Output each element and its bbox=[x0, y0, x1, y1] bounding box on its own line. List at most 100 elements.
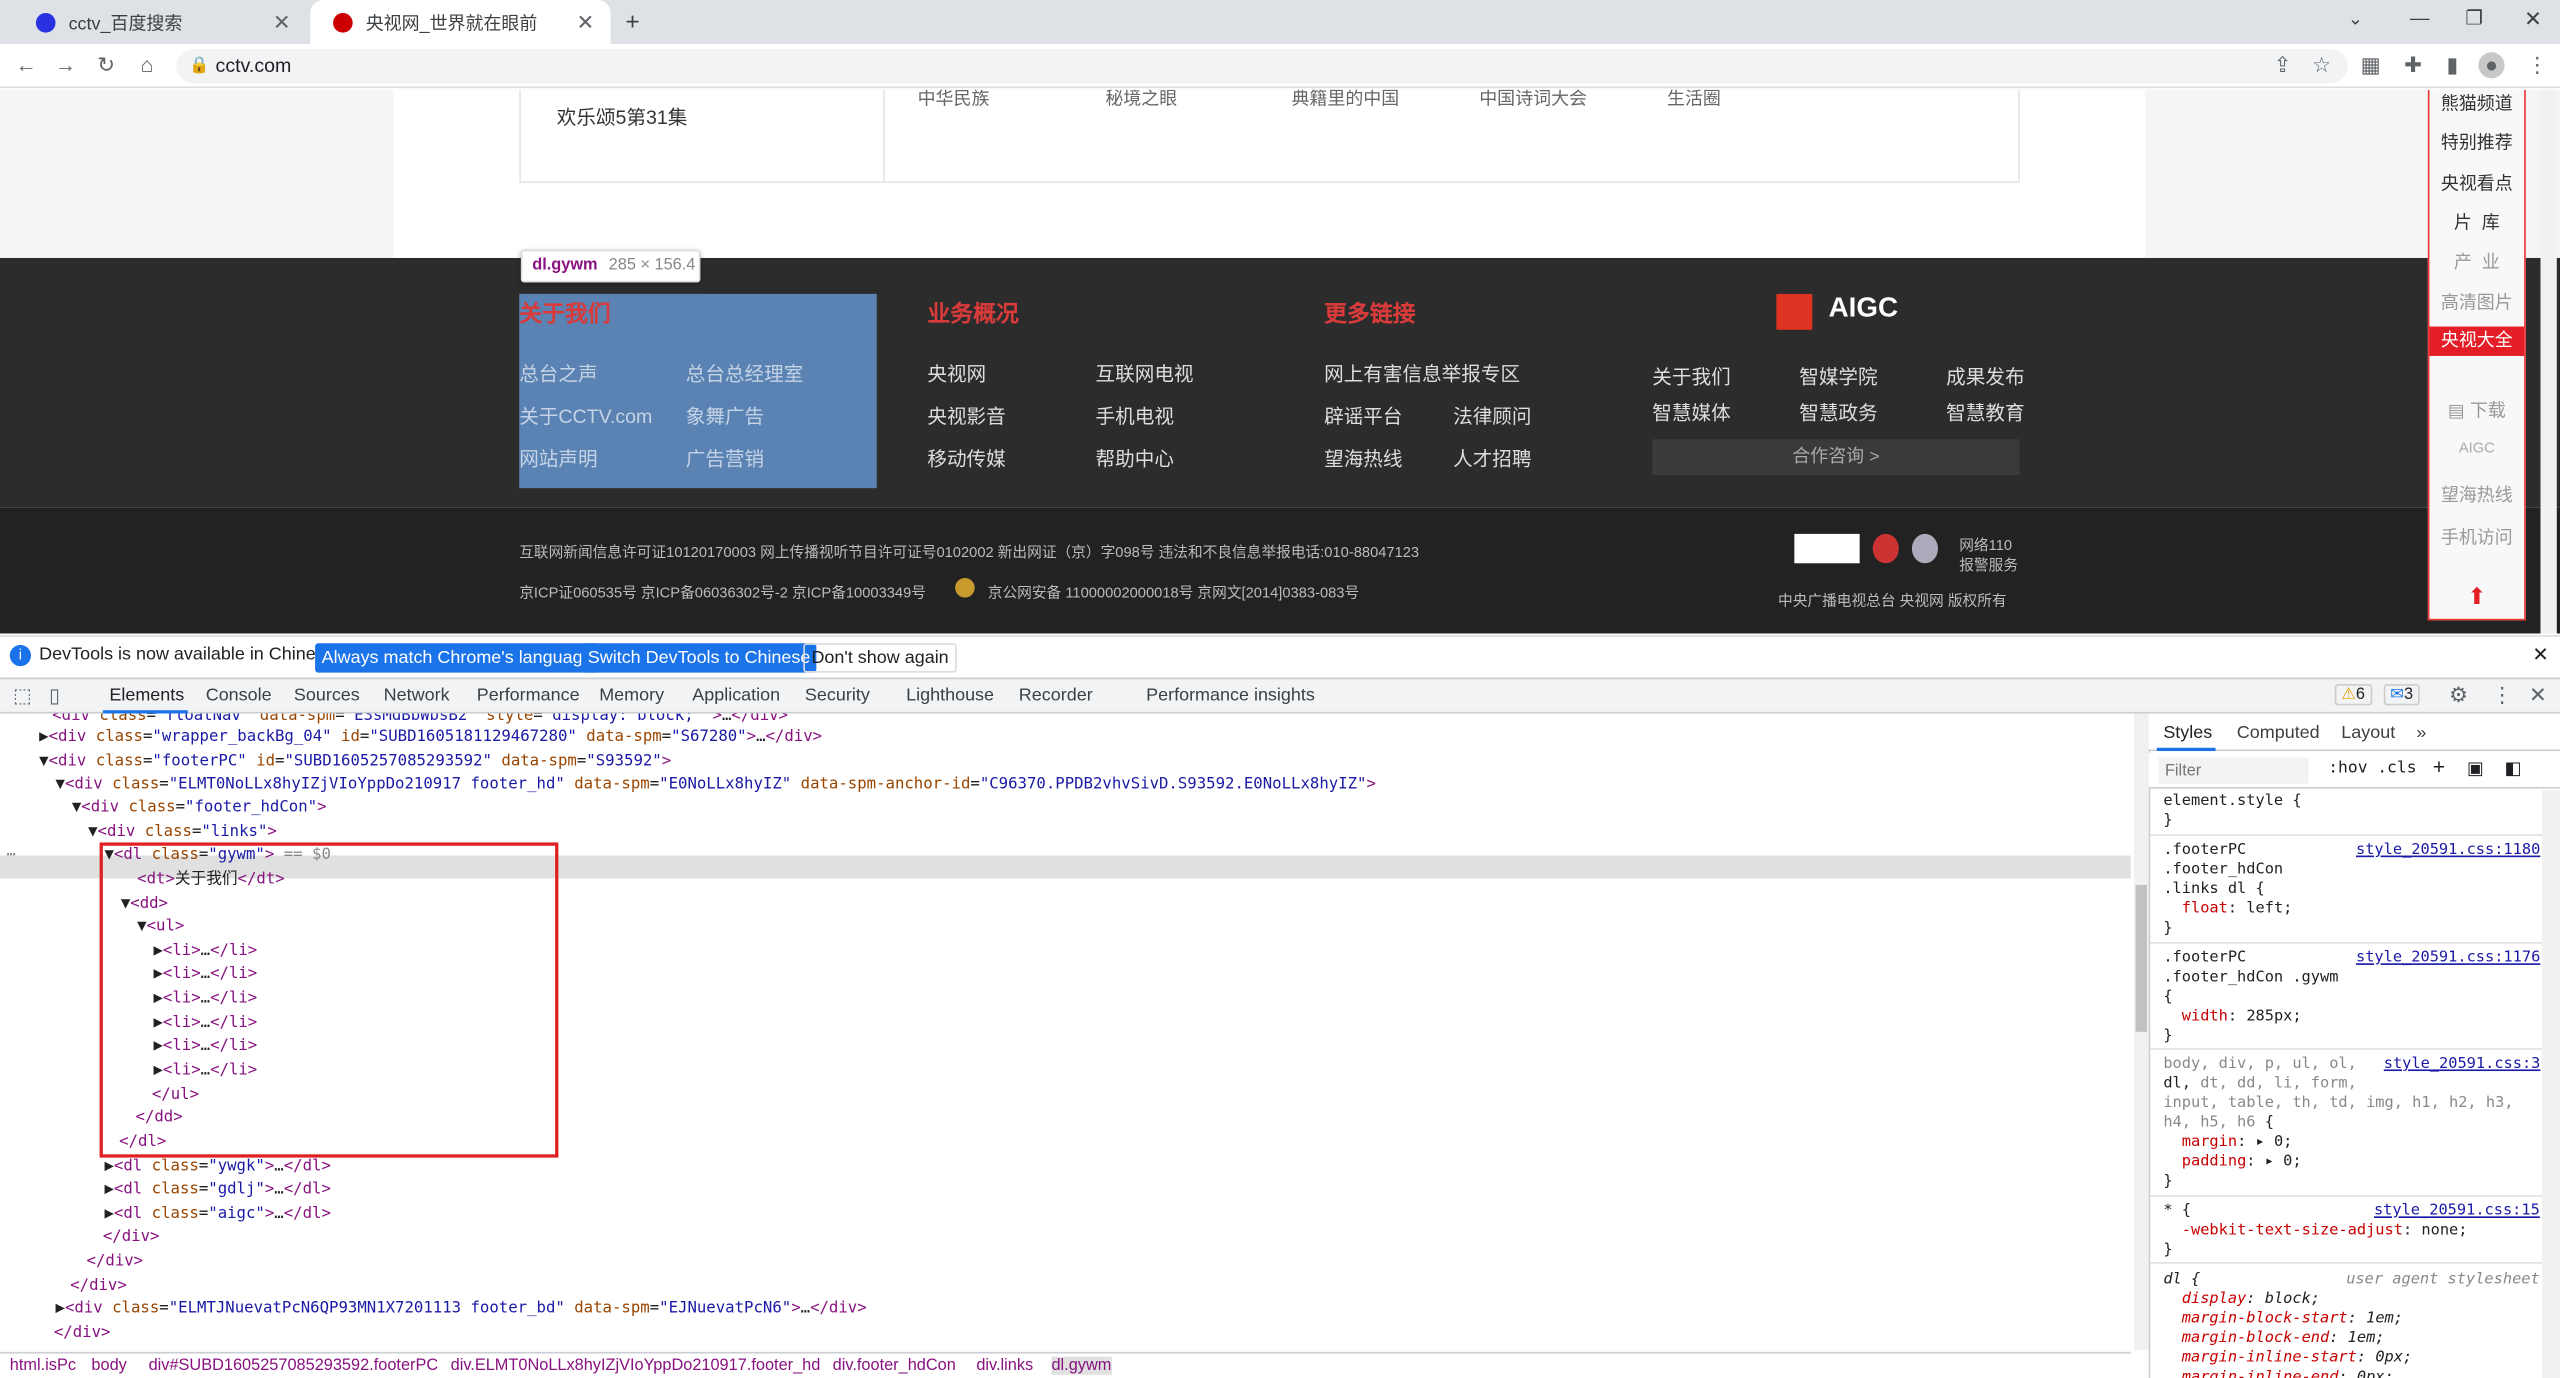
top-link-2[interactable]: 秘境之眼 bbox=[1105, 90, 1177, 111]
tab-application[interactable]: Application bbox=[692, 686, 780, 706]
extensions-icon[interactable]: ✚ bbox=[2400, 52, 2426, 78]
more-link[interactable]: 望海热线 bbox=[1324, 444, 1402, 472]
filter-input[interactable] bbox=[2158, 757, 2309, 784]
business-link[interactable]: 央视网 bbox=[927, 359, 986, 387]
inspect-element-icon[interactable]: ⬚ bbox=[13, 684, 32, 707]
tab-performance-insights[interactable]: Performance insights bbox=[1146, 686, 1315, 706]
bookmark-star-icon[interactable]: ☆ bbox=[2309, 52, 2335, 78]
breadcrumb-item[interactable]: div.footer_hdCon bbox=[833, 1357, 956, 1375]
more-tabs-chevron-icon[interactable]: » bbox=[2416, 723, 2426, 743]
police-emblem-icon[interactable] bbox=[1872, 533, 1899, 564]
dom-node[interactable]: ▼<div class="links"> bbox=[88, 821, 277, 844]
rule-reset[interactable]: body, div, p, ul, ol, dl, dt, dd, li, fo… bbox=[2163, 1055, 2513, 1192]
aigc-link[interactable]: 智慧媒体 bbox=[1652, 398, 1730, 426]
page-scrollbar[interactable] bbox=[2540, 89, 2557, 634]
hov-toggle[interactable]: :hov bbox=[2328, 759, 2367, 777]
elements-scrollbar[interactable] bbox=[2133, 713, 2149, 1351]
close-devtools-icon[interactable]: ✕ bbox=[2529, 682, 2547, 708]
source-link[interactable]: style_20591.css:1180 bbox=[2356, 841, 2540, 859]
tab-styles[interactable]: Styles bbox=[2163, 723, 2212, 743]
close-tab-icon[interactable]: ✕ bbox=[273, 9, 291, 35]
breadcrumb-item-active[interactable]: dl.gywm bbox=[1051, 1356, 1112, 1375]
sidebar-item[interactable]: 特别推荐 bbox=[2429, 129, 2524, 155]
rule-element-style[interactable]: element.style { } bbox=[2163, 792, 2301, 831]
business-link[interactable]: 央视影音 bbox=[927, 402, 1005, 430]
address-bar[interactable]: 🔒 cctv.com bbox=[176, 48, 2348, 84]
sidebar-item[interactable]: 望海热线 bbox=[2429, 482, 2524, 508]
tab-performance[interactable]: Performance bbox=[477, 686, 580, 706]
top-link-1[interactable]: 中华民族 bbox=[918, 90, 990, 111]
cls-toggle[interactable]: .cls bbox=[2377, 759, 2416, 777]
scroll-thumb[interactable] bbox=[2135, 884, 2148, 1032]
cooperation-button[interactable]: 合作咨询 > bbox=[1652, 439, 2020, 476]
breadcrumb-item[interactable]: div.links bbox=[976, 1357, 1033, 1375]
dom-node[interactable]: ▼<div class="footer_hdCon"> bbox=[72, 797, 327, 820]
home-icon[interactable]: ⌂ bbox=[134, 52, 160, 78]
business-link[interactable]: 移动传媒 bbox=[927, 444, 1005, 472]
qr-icon[interactable]: ▦ bbox=[2358, 52, 2384, 78]
tab-security[interactable]: Security bbox=[805, 686, 870, 706]
always-match-button[interactable]: Always match Chrome's language bbox=[315, 643, 600, 673]
about-link[interactable]: 总台之声 bbox=[519, 359, 597, 387]
tab-computed[interactable]: Computed bbox=[2237, 723, 2320, 743]
rule-links-dl[interactable]: .footerPC .footer_hdCon .links dl { floa… bbox=[2163, 841, 2292, 939]
node-actions-ellipsis[interactable]: ⋯ bbox=[7, 844, 16, 867]
sidebar-item[interactable]: AIGC bbox=[2429, 439, 2524, 455]
more-link[interactable]: 网上有害信息举报专区 bbox=[1324, 359, 1520, 387]
sidebar-item[interactable]: ▤ 下载 bbox=[2429, 397, 2524, 423]
profile-avatar-icon[interactable]: ● bbox=[2478, 52, 2505, 79]
tab-network[interactable]: Network bbox=[384, 686, 450, 706]
dont-show-button[interactable]: Don't show again bbox=[803, 643, 957, 673]
shield-icon[interactable] bbox=[1911, 533, 1939, 564]
aigc-link[interactable]: 成果发布 bbox=[1946, 362, 2024, 390]
new-tab-plus-icon[interactable]: + bbox=[625, 8, 639, 36]
sidebar-item[interactable]: 手机访问 bbox=[2429, 524, 2524, 550]
top-link-4[interactable]: 中国诗词大会 bbox=[1479, 90, 1587, 111]
forward-icon[interactable]: → bbox=[52, 52, 78, 78]
dom-node[interactable]: ▼<div class="ELMT0NoLLx8hyIZjVIoYppDo210… bbox=[56, 774, 1376, 797]
dom-node[interactable]: </div> bbox=[70, 1275, 127, 1298]
dom-node[interactable]: ▼<div class="footerPC" id="SUBD160525708… bbox=[39, 751, 671, 774]
reload-icon[interactable]: ↻ bbox=[93, 52, 119, 78]
tab-console[interactable]: Console bbox=[206, 686, 272, 706]
dom-node[interactable]: </div> bbox=[87, 1251, 144, 1274]
close-window-icon[interactable]: ✕ bbox=[2524, 7, 2542, 33]
tab-layout[interactable]: Layout bbox=[2341, 723, 2395, 743]
styles-scrollbar[interactable] bbox=[2542, 790, 2560, 1378]
tab-lighthouse[interactable]: Lighthouse bbox=[906, 686, 994, 706]
aigc-link[interactable]: 关于我们 bbox=[1652, 362, 1730, 390]
settings-gear-icon[interactable]: ⚙ bbox=[2449, 682, 2468, 708]
tab-memory[interactable]: Memory bbox=[599, 686, 664, 706]
back-icon[interactable]: ← bbox=[13, 52, 39, 78]
dom-node[interactable]: ▶<div class="wrapper_backBg_04" id="SUBD… bbox=[39, 727, 822, 750]
aigc-link[interactable]: 智媒学院 bbox=[1799, 362, 1877, 390]
tab-recorder[interactable]: Recorder bbox=[1019, 686, 1093, 706]
source-link[interactable]: style_20591.css:3 bbox=[2384, 1055, 2541, 1073]
minimize-icon[interactable]: — bbox=[2410, 7, 2430, 30]
dom-node[interactable]: ▶<dl class="ywgk">…</dl> bbox=[104, 1156, 330, 1179]
breadcrumb-item[interactable]: div.ELMT0NoLLx8hyIZjVIoYppDo210917.foote… bbox=[451, 1357, 821, 1375]
top-link-3[interactable]: 典籍里的中国 bbox=[1291, 90, 1399, 111]
dom-node[interactable]: ▶<div class="ELMTJNuevatPcN6QP93MN1X7201… bbox=[56, 1298, 867, 1321]
top-link-5[interactable]: 生活圈 bbox=[1667, 90, 1721, 111]
breadcrumb-item[interactable]: body bbox=[91, 1357, 126, 1375]
source-link[interactable]: style_20591.css:1176 bbox=[2356, 949, 2540, 967]
issues-badge[interactable]: ✉3 bbox=[2383, 684, 2420, 706]
dom-node[interactable]: </div> bbox=[54, 1322, 111, 1345]
close-notice-icon[interactable]: ✕ bbox=[2532, 643, 2548, 666]
paint-icon[interactable]: ▣ bbox=[2467, 758, 2484, 779]
about-link[interactable]: 网站声明 bbox=[519, 444, 597, 472]
aigc-link[interactable]: 智慧教育 bbox=[1946, 398, 2024, 426]
about-link[interactable]: 广告营销 bbox=[686, 444, 764, 472]
sidebar-item-active[interactable]: 央视大全 bbox=[2429, 326, 2525, 356]
sidebar-item[interactable]: 熊猫频道 bbox=[2429, 90, 2524, 116]
back-to-top-icon[interactable]: ⬆ bbox=[2429, 583, 2524, 611]
new-rule-plus-icon[interactable]: + bbox=[2433, 754, 2445, 778]
share-icon[interactable]: ⇪ bbox=[2269, 52, 2295, 78]
sidebar-item[interactable]: 高清图片 bbox=[2429, 289, 2524, 315]
about-link[interactable]: 总台总经理室 bbox=[686, 359, 804, 387]
aigc-link[interactable]: 智慧政务 bbox=[1799, 398, 1877, 426]
devtools-menu-icon[interactable]: ⋮ bbox=[2492, 682, 2513, 708]
sidebar-item[interactable]: 产 业 bbox=[2429, 248, 2524, 274]
source-link[interactable]: style_20591.css:15 bbox=[2374, 1202, 2540, 1220]
